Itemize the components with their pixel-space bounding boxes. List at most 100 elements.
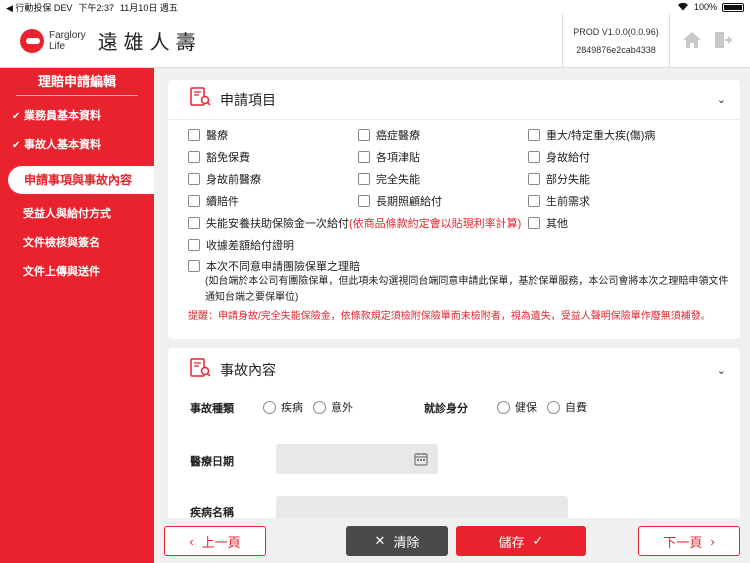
calendar-icon[interactable]	[414, 452, 428, 471]
disease-name-field[interactable]	[276, 496, 568, 518]
save-button[interactable]: 儲存 ✓	[456, 526, 586, 556]
checkbox-receipt-difference[interactable]: 收據差額給付證明	[188, 236, 294, 254]
button-label: 儲存	[498, 534, 525, 550]
checkbox-group-policy-disagree[interactable]: 本次不同意申請團險保單之理賠	[188, 257, 360, 275]
company-logo: Farglory Life	[20, 28, 86, 53]
checkbox-total-disability[interactable]: 完全失能	[358, 170, 420, 188]
checkbox[interactable]	[358, 195, 370, 207]
sidebar-item-label: 業務員基本資料	[24, 110, 101, 122]
checkbox-label: 本次不同意申請團險保單之理賠	[206, 261, 360, 273]
checkbox-death-benefit[interactable]: 身故給付	[528, 148, 590, 166]
chevron-left-icon: ‹	[189, 533, 194, 549]
section-title: 事故內容	[220, 362, 276, 378]
checkbox-disability-lump-sum[interactable]: 失能安養扶助保險金一次給付 (依商品條款約定會以貼現利率計算)	[188, 214, 521, 232]
sidebar-item-beneficiary[interactable]: 受益人與給付方式	[0, 200, 154, 229]
radio-label: 意外	[331, 402, 353, 414]
checkbox[interactable]	[188, 151, 200, 163]
checkbox[interactable]	[188, 129, 200, 141]
radio-circle[interactable]	[263, 400, 276, 414]
disease-name-label: 疾病名稱	[190, 507, 234, 518]
checkbox-allowances[interactable]: 各項津貼	[358, 148, 420, 166]
status-bar: ◀ 行動投保 DEV 下午2:37 11月10日 週五 100%	[0, 0, 750, 14]
chevron-down-icon[interactable]: ⌄	[717, 93, 726, 106]
radio-label: 健保	[515, 402, 537, 414]
checkbox[interactable]	[188, 217, 200, 229]
checkbox[interactable]	[358, 151, 370, 163]
radio-self-pay[interactable]: 自費	[547, 399, 587, 415]
logo-mark-icon	[20, 28, 44, 53]
checkbox[interactable]	[528, 151, 540, 163]
radio-circle[interactable]	[547, 400, 560, 414]
checkbox-partial-disability[interactable]: 部分失能	[528, 170, 590, 188]
checkbox[interactable]	[528, 129, 540, 141]
medical-date-label: 醫療日期	[190, 456, 234, 468]
checkbox-label: 生前需求	[546, 196, 590, 208]
logout-icon[interactable]	[714, 31, 733, 54]
battery-percent: 100%	[693, 2, 717, 12]
checkbox-pre-death-medical[interactable]: 身故前醫療	[188, 170, 261, 188]
check-icon: ✓	[532, 533, 544, 548]
checkbox-label: 其他	[546, 218, 568, 230]
checkbox[interactable]	[528, 195, 540, 207]
sidebar-item-label: 受益人與給付方式	[23, 208, 111, 220]
status-date: 11月10日 週五	[119, 2, 178, 13]
close-icon: ✕	[374, 533, 386, 548]
checkbox-living-needs[interactable]: 生前需求	[528, 192, 590, 210]
checkbox[interactable]	[358, 173, 370, 185]
wifi-icon	[677, 2, 689, 13]
checkbox[interactable]	[188, 260, 200, 272]
sidebar-item-label: 文件上傳與送件	[23, 266, 100, 278]
button-label: 上一頁	[201, 534, 241, 550]
checkbox-label: 失能安養扶助保險金一次給付	[206, 218, 349, 230]
discount-rate-note: (依商品條款約定會以貼現利率計算)	[349, 218, 522, 230]
accident-content-header[interactable]: 事故內容 ⌄	[168, 348, 740, 392]
sidebar-item-document-check[interactable]: 文件檢核與簽名	[0, 229, 154, 258]
sidebar-item-upload[interactable]: 文件上傳與送件	[0, 258, 154, 287]
medical-date-field[interactable]	[276, 444, 438, 474]
checkbox-long-term-care[interactable]: 長期照顧給付	[358, 192, 442, 210]
radio-circle[interactable]	[497, 400, 510, 414]
radio-accident[interactable]: 意外	[313, 399, 353, 415]
checkbox[interactable]	[528, 173, 540, 185]
status-time: 下午2:37	[78, 2, 114, 13]
clear-button[interactable]: ✕ 清除	[346, 526, 448, 556]
checkbox[interactable]	[188, 195, 200, 207]
checkbox[interactable]	[528, 217, 540, 229]
checkbox-medical[interactable]: 醫療	[188, 126, 228, 144]
checkbox-premium-waiver[interactable]: 豁免保費	[188, 148, 250, 166]
prev-page-button[interactable]: ‹ 上一頁	[164, 526, 266, 556]
group-policy-note: (如台端於本公司有團險保單，但此項未勾選視同台端同意申請此保單，基於保單服務，本…	[205, 276, 729, 303]
checkbox-cancer[interactable]: 癌症醫療	[358, 126, 420, 144]
button-label: 下一頁	[663, 534, 703, 550]
checkbox-continued-claim[interactable]: 續賠件	[188, 192, 239, 210]
logo-text-life: Life	[49, 40, 66, 52]
chevron-down-icon[interactable]: ⌄	[717, 364, 726, 377]
home-icon[interactable]	[682, 31, 702, 54]
checkbox[interactable]	[358, 129, 370, 141]
radio-illness[interactable]: 疾病	[263, 399, 303, 415]
checkbox[interactable]	[188, 173, 200, 185]
build-hash: 2849876e2cab4338	[576, 45, 656, 55]
next-page-button[interactable]: 下一頁 ›	[638, 526, 740, 556]
sidebar-item-label: 文件檢核與簽名	[23, 237, 100, 249]
radio-circle[interactable]	[313, 400, 326, 414]
checkbox[interactable]	[188, 239, 200, 251]
main-content: 申請項目 ⌄ 醫療 癌症醫療 重大/特定重大疾(傷)病 豁免保費 各項津貼 身故…	[154, 68, 750, 518]
checkbox-label: 續賠件	[206, 196, 239, 208]
radio-health-insurance[interactable]: 健保	[497, 399, 537, 415]
checkbox-label: 醫療	[206, 130, 228, 142]
sidebar-item-agent-info[interactable]: ✔ 業務員基本資料	[0, 102, 154, 131]
checkbox-major-illness[interactable]: 重大/特定重大疾(傷)病	[528, 126, 655, 144]
check-icon: ✔	[12, 140, 21, 151]
application-items-header[interactable]: 申請項目 ⌄	[168, 80, 740, 120]
checkbox-other[interactable]: 其他	[528, 214, 568, 232]
checkbox-label: 各項津貼	[376, 152, 420, 164]
sidebar-item-insured-info[interactable]: ✔ 事故人基本資料	[0, 131, 154, 160]
app-header: Farglory Life 遠雄人壽 PROD V1.0.0(0.0.96) 2…	[0, 14, 750, 68]
version-label: PROD V1.0.0(0.0.96)	[573, 27, 659, 37]
back-to-app[interactable]: ◀ 行動投保 DEV	[6, 1, 72, 14]
sidebar-item-application-items[interactable]: 申請事項與事故內容	[8, 166, 154, 194]
checkbox-label: 收據差額給付證明	[206, 240, 294, 252]
radio-label: 自費	[565, 402, 587, 414]
checkbox-label: 身故給付	[546, 152, 590, 164]
